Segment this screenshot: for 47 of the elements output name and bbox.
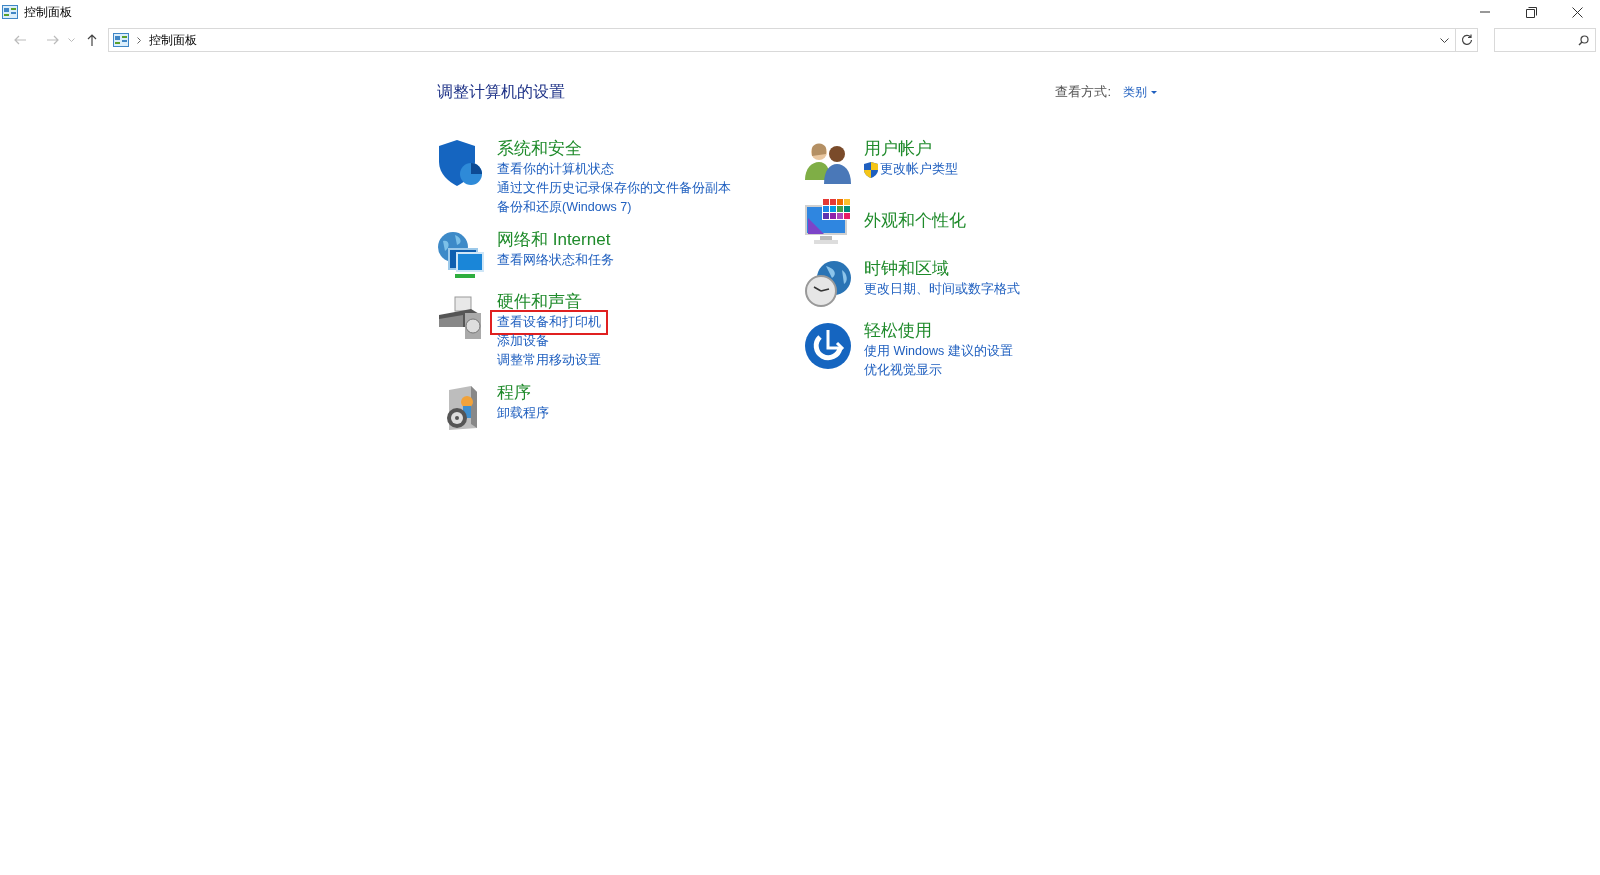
task-link[interactable]: 更改日期、时间或数字格式 (864, 280, 1020, 299)
minimize-icon (1480, 11, 1490, 13)
restore-icon (1525, 6, 1537, 18)
task-link[interactable]: 备份和还原(Windows 7) (497, 198, 632, 217)
view-by-dropdown[interactable]: 类别 (1123, 83, 1157, 101)
task-link[interactable]: 查看网络状态和任务 (497, 251, 614, 270)
chevron-down-icon (67, 38, 75, 42)
monitor-palette-icon (804, 198, 852, 246)
category-title-link[interactable]: 程序 (497, 382, 531, 404)
globe-clock-icon (804, 260, 852, 308)
task-link[interactable]: 使用 Windows 建议的设置 (864, 342, 1013, 361)
network-drawing (437, 231, 485, 279)
breadcrumb-item[interactable]: 控制面板 (149, 31, 197, 49)
up-arrow-icon (87, 33, 97, 47)
view-by-label: 查看方式: (1055, 83, 1111, 102)
control-panel-icon (113, 33, 129, 47)
back-arrow-icon (13, 35, 27, 45)
control-panel-icon (2, 5, 18, 19)
search-icon (1578, 34, 1589, 46)
category-title-link[interactable]: 用户帐户 (864, 138, 932, 160)
chevron-right-icon (137, 36, 141, 44)
refresh-icon (1460, 34, 1473, 46)
task-link[interactable]: 查看你的计算机状态 (497, 160, 614, 179)
ease-of-access-icon (804, 322, 852, 370)
chevron-down-icon[interactable] (1440, 37, 1449, 43)
category-title-link[interactable]: 时钟和区域 (864, 258, 949, 280)
forward-arrow-icon (45, 35, 59, 45)
page-heading: 调整计算机的设置 (437, 82, 565, 102)
category-title-link[interactable]: 硬件和声音 (497, 291, 582, 313)
task-link[interactable]: 查看设备和打印机 (493, 313, 605, 332)
category-title-link[interactable]: 网络和 Internet (497, 229, 611, 251)
refresh-button[interactable] (1456, 28, 1478, 52)
task-link[interactable]: 调整常用移动设置 (497, 351, 601, 370)
category-title-link[interactable]: 轻松使用 (864, 320, 932, 342)
task-link[interactable]: 添加设备 (497, 332, 549, 351)
category-title-link[interactable]: 外观和个性化 (864, 210, 966, 232)
search-field[interactable] (1494, 28, 1596, 52)
task-link[interactable]: 通过文件历史记录保存你的文件备份副本 (497, 179, 731, 198)
category-title-link[interactable]: 系统和安全 (497, 138, 582, 160)
window-title: 控制面板 (24, 4, 72, 21)
task-link[interactable]: 更改帐户类型 (864, 160, 958, 179)
task-link[interactable]: 优化视觉显示 (864, 361, 942, 380)
task-link[interactable]: 卸载程序 (497, 404, 549, 423)
close-icon (1571, 6, 1583, 18)
address-bar[interactable]: 控制面板 (108, 28, 1456, 52)
dropdown-caret-icon (1151, 90, 1157, 94)
shield-icon (437, 140, 483, 188)
